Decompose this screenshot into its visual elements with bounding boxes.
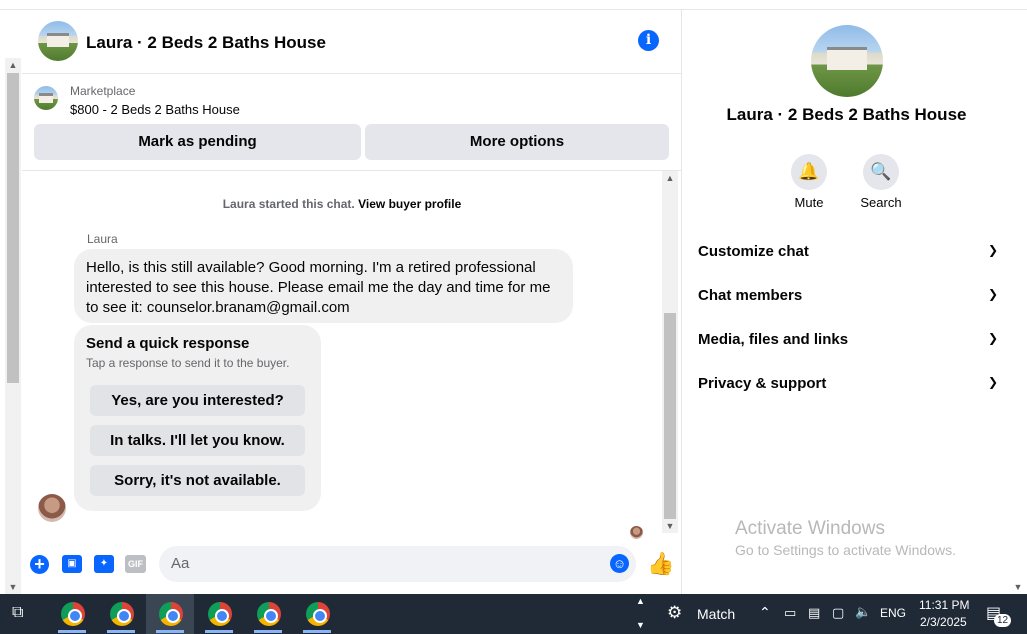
quick-response-in-talks[interactable]: In talks. I'll let you know. [90,425,305,456]
mark-pending-button[interactable]: Mark as pending [34,124,361,160]
thumbs-up-icon[interactable]: 👍 [647,551,674,577]
message-input[interactable]: Aa [159,546,636,582]
task-view-icon[interactable]: ⧉ [12,604,23,622]
listing-price-title[interactable]: $800 - 2 Beds 2 Baths House [70,102,240,117]
accordion-chat-members[interactable]: Chat members ❯ [698,287,998,304]
accordion-label: Chat members [698,287,803,304]
chevron-down-icon: ❯ [987,287,998,301]
chevron-down-icon: ❯ [987,243,998,257]
info-icon[interactable]: i [638,30,659,51]
thread-scroll-down-icon[interactable]: ▼ [662,521,678,531]
photo-icon[interactable]: ▣ [62,555,82,573]
clock-time[interactable]: 11:31 PM [919,598,969,612]
listing-avatar[interactable] [38,21,78,61]
chrome-icon [208,602,232,626]
page-scrollbar-thumb[interactable] [7,73,19,383]
thread-scrollbar[interactable]: ▲ ▼ [662,171,678,533]
listing-thumbnail[interactable] [34,86,58,110]
details-title: Laura · 2 Beds 2 Baths House [726,105,967,124]
right-scroll-down-icon[interactable]: ▼ [1010,582,1026,592]
page-scrollbar[interactable]: ▲ ▼ [5,58,21,594]
quick-response-not-available[interactable]: Sorry, it's not available. [90,465,305,496]
taskbar-chrome-1[interactable] [48,594,96,634]
activate-windows-title: Activate Windows [735,518,885,539]
search-label[interactable]: Search [846,195,916,210]
message-text: Hello, is this still available? Good mor… [86,259,551,316]
notification-count-badge: 12 [994,614,1012,627]
right-scrollbar[interactable]: ▼ [1010,10,1027,594]
bell-icon[interactable]: 🔔 [791,154,827,190]
accordion-privacy-support[interactable]: Privacy & support ❯ [698,375,998,392]
match-app-label[interactable]: Match [697,606,735,622]
taskbar-chrome-5[interactable] [244,594,292,634]
chrome-icon [306,602,330,626]
quick-response-title: Send a quick response [86,335,250,352]
listing-source: Marketplace [70,84,136,98]
window-top-strip [0,0,1027,10]
clock-date[interactable]: 2/3/2025 [920,615,967,629]
chat-header: Laura · 2 Beds 2 Baths House i [22,10,682,74]
accordion-label: Privacy & support [698,375,827,392]
scroll-up-arrow-icon[interactable]: ▲ [5,60,21,70]
chrome-icon [110,602,134,626]
accordion-customize-chat[interactable]: Customize chat ❯ [698,243,998,260]
chevron-down-icon: ❯ [987,331,998,345]
listing-card: Marketplace $800 - 2 Beds 2 Baths House … [22,74,682,171]
accordion-media-files-links[interactable]: Media, files and links ❯ [698,331,998,348]
chrome-icon [257,602,281,626]
scroll-down-arrow-icon[interactable]: ▼ [5,582,21,592]
battery-icon[interactable]: ▤ [808,605,820,621]
taskbar-chrome-6[interactable] [293,594,341,634]
composer: + ▣ ✦ GIF Aa ☺ 👍 [22,544,682,594]
meet-now-icon[interactable]: ▭ [784,605,796,621]
chat-title[interactable]: Laura · 2 Beds 2 Baths House [86,33,326,53]
show-hidden-icons-chevron-icon[interactable]: ⌃ [759,604,771,621]
taskbar-scroll-up-icon[interactable]: ▲ [636,596,645,606]
taskbar-scroll-down-icon[interactable]: ▼ [636,620,645,630]
more-options-button[interactable]: More options [365,124,669,160]
chevron-down-icon: ❯ [987,375,998,389]
chat-details-panel: Laura · 2 Beds 2 Baths House 🔔 Mute 🔍 Se… [683,10,1010,594]
thread-scroll-up-icon[interactable]: ▲ [662,173,678,183]
speaker-icon[interactable]: 🔈 [855,604,871,620]
sticker-icon[interactable]: ✦ [94,555,114,573]
search-icon[interactable]: 🔍 [863,154,899,190]
network-icon[interactable]: ▢ [832,605,844,621]
taskbar-chrome-4[interactable] [195,594,243,634]
view-buyer-profile-link[interactable]: View buyer profile [358,197,461,211]
chat-started-text: Laura started this chat. [222,197,355,211]
sender-avatar[interactable] [38,494,66,522]
chrome-icon [61,602,85,626]
activate-windows-subtitle: Go to Settings to activate Windows. [735,542,956,558]
quick-response-card: Send a quick response Tap a response to … [74,325,321,511]
chat-panel: Laura · 2 Beds 2 Baths House i Marketpla… [22,10,682,594]
accordion-label: Media, files and links [698,331,849,348]
more-actions-plus-icon[interactable]: + [30,555,49,574]
language-indicator[interactable]: ENG [880,606,906,620]
mute-label[interactable]: Mute [774,195,844,210]
message-bubble[interactable]: Hello, is this still available? Good mor… [74,249,573,323]
thread-scrollbar-thumb[interactable] [664,313,676,519]
accordion-label: Customize chat [698,243,809,260]
taskbar: ⧉ ▲ ▼ ⚙ Match ⌃ ▭ ▤ ▢ 🔈 ENG 11:31 PM 2/3… [0,594,1027,634]
gif-icon[interactable]: GIF [125,555,146,573]
taskbar-chrome-3[interactable] [146,594,194,634]
chat-started-notice: Laura started this chat. View buyer prof… [22,197,662,211]
seen-avatar [630,526,643,539]
quick-response-subtitle: Tap a response to send it to the buyer. [86,356,290,370]
quick-response-yes[interactable]: Yes, are you interested? [90,385,305,416]
sender-name: Laura [87,232,118,246]
details-avatar[interactable] [811,25,883,97]
chrome-icon [159,602,183,626]
message-thread: Laura started this chat. View buyer prof… [22,171,682,541]
taskbar-chrome-2[interactable] [97,594,145,634]
emoji-icon[interactable]: ☺ [610,554,629,573]
match-app-icon[interactable]: ⚙ [667,603,682,623]
